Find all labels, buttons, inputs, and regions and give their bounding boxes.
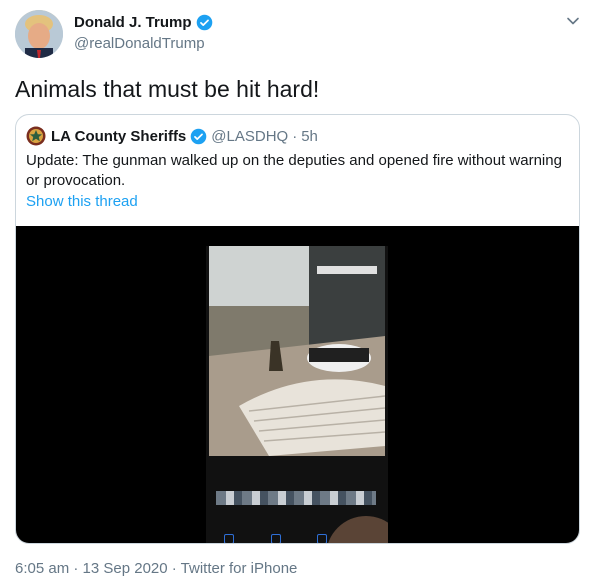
phone-screen-video	[206, 246, 388, 543]
video-media[interactable]	[16, 226, 579, 543]
show-thread-link[interactable]: Show this thread	[26, 193, 138, 210]
quoted-author-handle[interactable]: @LASDHQ	[211, 128, 288, 145]
tweet-metadata: 6:05 am · 13 Sep 2020 · Twitter for iPho…	[15, 560, 298, 577]
quoted-text: Update: The gunman walked up on the depu…	[26, 152, 562, 189]
verified-badge-icon	[196, 14, 212, 31]
author-name[interactable]: Donald J. Trump	[74, 14, 192, 31]
verified-badge-icon	[190, 128, 207, 144]
quoted-header: LA County Sheriffs @LASDHQ · 5h	[26, 126, 318, 146]
avatar[interactable]	[15, 10, 63, 58]
quoted-timestamp[interactable]: 5h	[301, 128, 318, 145]
sheriff-star-logo	[26, 126, 46, 146]
chevron-down-icon[interactable]	[566, 14, 580, 28]
separator-dot: ·	[292, 127, 298, 145]
video-scene	[209, 246, 385, 456]
pause-icon	[317, 534, 328, 543]
author-handle[interactable]: @realDonaldTrump	[74, 35, 205, 52]
share-icon	[224, 534, 234, 543]
tweet-text: Animals that must be hit hard!	[15, 76, 320, 102]
quoted-tweet[interactable]: LA County Sheriffs @LASDHQ · 5h Update: …	[15, 114, 580, 544]
author-row: Donald J. Trump	[74, 14, 213, 31]
hand-shape	[326, 516, 388, 543]
video-scrubber-strip	[216, 491, 376, 505]
heart-icon	[270, 534, 281, 543]
tweet-card: Donald J. Trump @realDonaldTrump Animals…	[0, 0, 595, 584]
quoted-author-name[interactable]: LA County Sheriffs	[51, 128, 186, 145]
